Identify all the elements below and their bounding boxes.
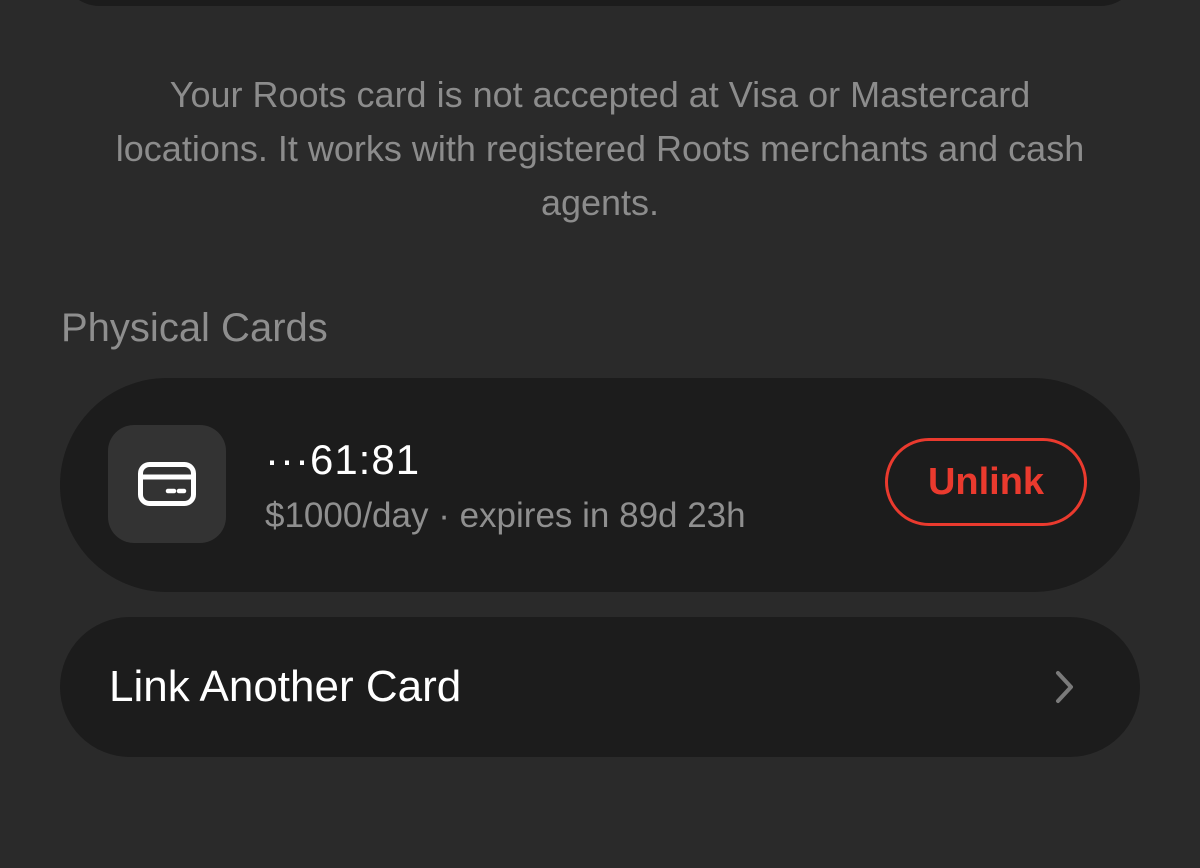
physical-card-row: ···61:81 $1000/day · expires in 89d 23h … [60,378,1140,592]
card-masked-number: ···61:81 [265,436,421,483]
card-icon-tile [108,425,226,543]
physical-cards-title: Physical Cards [61,306,328,350]
card-acceptance-notice: Your Roots card is not accepted at Visa … [115,74,1085,223]
unlink-button[interactable]: Unlink [885,438,1087,526]
chevron-right-icon [1056,671,1073,703]
link-another-card-label: Link Another Card [109,662,462,711]
card-limit-expiry: $1000/day · expires in 89d 23h [265,496,746,535]
link-another-card-button[interactable]: Link Another Card [60,617,1140,757]
credit-card-icon [138,462,196,506]
previous-card-section [60,0,1140,6]
